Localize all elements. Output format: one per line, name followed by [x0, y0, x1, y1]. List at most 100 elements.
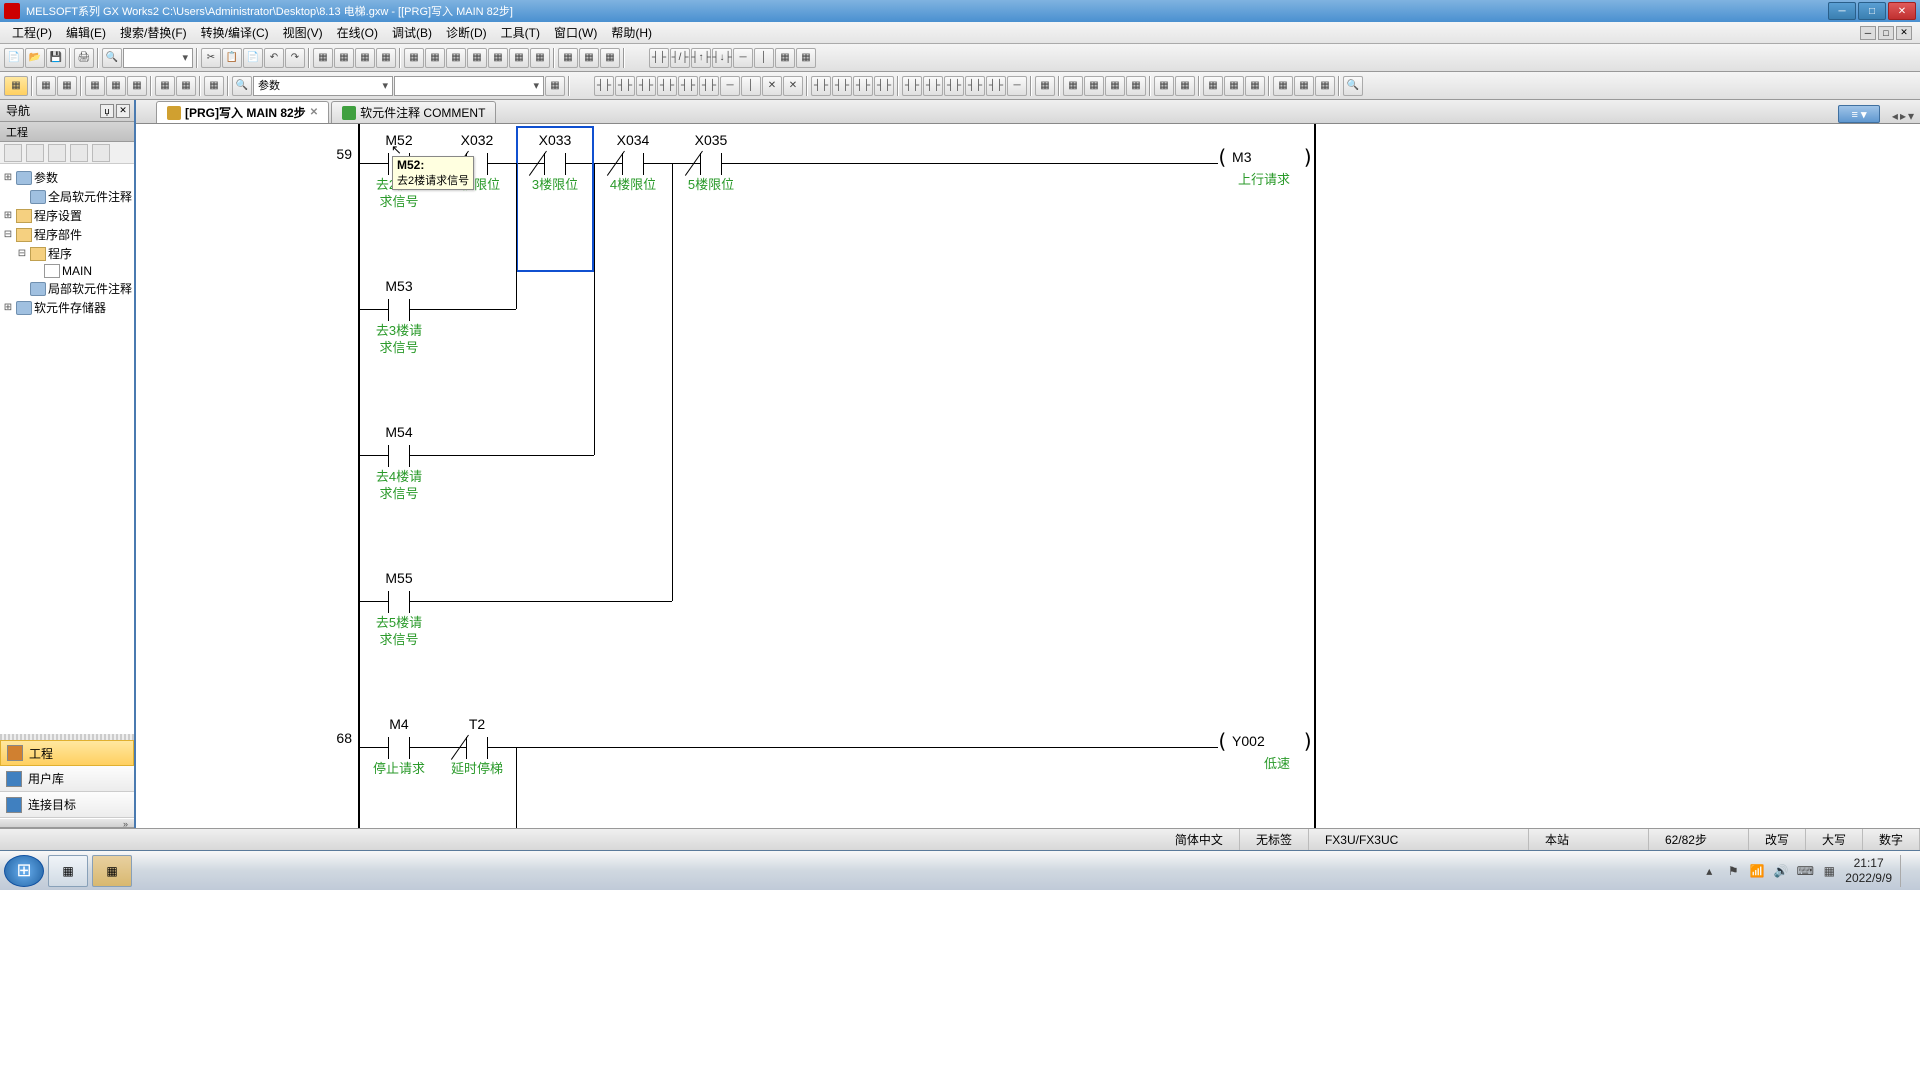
start-button[interactable]: ⊞ [4, 855, 44, 887]
tb2-ld-32[interactable]: ▦ [1294, 76, 1314, 96]
maximize-button[interactable]: □ [1858, 2, 1886, 20]
tab-nav-right[interactable]: ▸ [1900, 109, 1906, 123]
tb2-main[interactable]: ▦ [4, 76, 28, 96]
redo-button[interactable]: ↷ [285, 48, 305, 68]
minimize-button[interactable]: ─ [1828, 2, 1856, 20]
tb-btn-e[interactable]: ▦ [404, 48, 424, 68]
tree-item[interactable]: ⊟程序 [2, 244, 132, 263]
tb2-ld-4[interactable]: ┤├ [657, 76, 677, 96]
tree-item[interactable]: 全局软元件注释 [2, 187, 132, 206]
tb-btn-f[interactable]: ▦ [425, 48, 445, 68]
tab-comment[interactable]: 软元件注释 COMMENT [331, 101, 496, 123]
menu-online[interactable]: 在线(O) [333, 22, 382, 43]
tb2-ld-10[interactable]: ✕ [783, 76, 803, 96]
tb2-go[interactable]: ▦ [545, 76, 565, 96]
undo-button[interactable]: ↶ [264, 48, 284, 68]
menu-find[interactable]: 搜索/替换(F) [116, 22, 191, 43]
tb-ld-2[interactable]: ┤/├ [670, 48, 690, 68]
tb2-ld-21[interactable]: ▦ [1035, 76, 1055, 96]
menu-debug[interactable]: 调试(B) [388, 22, 436, 43]
tab-main-close[interactable]: ✕ [310, 107, 318, 118]
tb2-ld-17[interactable]: ┤├ [944, 76, 964, 96]
tb2-ld-34[interactable]: 🔍 [1343, 76, 1363, 96]
show-desktop-button[interactable] [1900, 855, 1908, 887]
tb-btn-i[interactable]: ▦ [488, 48, 508, 68]
tb-ld-4[interactable]: ┤↓├ [712, 48, 732, 68]
tree-item[interactable]: MAIN [2, 263, 132, 279]
tb-btn-c[interactable]: ▦ [355, 48, 375, 68]
tb2-b[interactable]: ▦ [57, 76, 77, 96]
menu-window[interactable]: 窗口(W) [550, 22, 601, 43]
tb-btn-d[interactable]: ▦ [376, 48, 396, 68]
ladder-coil[interactable]: (Y002)低速 [1216, 729, 1314, 772]
tb2-ld-9[interactable]: ✕ [762, 76, 782, 96]
new-button[interactable]: 📄 [4, 48, 24, 68]
nav-section-button[interactable]: 连接目标 [0, 792, 134, 818]
ladder-contact[interactable]: X0333楼限位 [516, 132, 594, 194]
zoom-combo[interactable] [123, 48, 193, 68]
ladder-editor[interactable]: 59M52去2楼请求信号X0322楼限位X0333楼限位X0344楼限位X035… [136, 124, 1920, 828]
tb2-ld-24[interactable]: ▦ [1105, 76, 1125, 96]
tb-ld-1[interactable]: ┤├ [649, 48, 669, 68]
tb2-ld-30[interactable]: ▦ [1245, 76, 1265, 96]
search-combo[interactable]: 参数 [253, 76, 393, 96]
tb-btn-n[interactable]: ▦ [600, 48, 620, 68]
tb2-ld-31[interactable]: ▦ [1273, 76, 1293, 96]
task-pinned-1[interactable]: ▦ [48, 855, 88, 887]
tb-btn-b[interactable]: ▦ [334, 48, 354, 68]
nav-icon-2[interactable] [26, 144, 44, 162]
tb2-ld-14[interactable]: ┤├ [874, 76, 894, 96]
tb2-a[interactable]: ▦ [36, 76, 56, 96]
tray-show-hidden-icon[interactable]: ▴ [1701, 863, 1717, 879]
tb2-ld-28[interactable]: ▦ [1203, 76, 1223, 96]
ladder-contact[interactable]: X0355楼限位 [672, 132, 750, 194]
tb2-ld-23[interactable]: ▦ [1084, 76, 1104, 96]
menu-edit[interactable]: 编辑(E) [62, 22, 110, 43]
menu-tools[interactable]: 工具(T) [497, 22, 544, 43]
ladder-contact[interactable]: M54去4楼请求信号 [360, 424, 438, 503]
nav-icon-3[interactable] [48, 144, 66, 162]
tb2-g[interactable]: ▦ [176, 76, 196, 96]
tray-volume-icon[interactable]: 🔊 [1773, 863, 1789, 879]
ladder-contact[interactable]: M55去5楼请求信号 [360, 570, 438, 649]
tb2-ld-2[interactable]: ┤├ [615, 76, 635, 96]
tb2-ld-27[interactable]: ▦ [1175, 76, 1195, 96]
tray-network-icon[interactable]: 📶 [1749, 863, 1765, 879]
cut-button[interactable]: ✂ [201, 48, 221, 68]
tb2-ld-22[interactable]: ▦ [1063, 76, 1083, 96]
tb2-h[interactable]: ▦ [204, 76, 224, 96]
nav-icon-5[interactable] [92, 144, 110, 162]
language-flag-button[interactable]: ≡ ▾ [1838, 105, 1880, 123]
paste-button[interactable]: 📄 [243, 48, 263, 68]
tree-item[interactable]: ⊟程序部件 [2, 225, 132, 244]
tree-item[interactable]: ⊞参数 [2, 168, 132, 187]
zoom-button[interactable]: 🔍 [102, 48, 122, 68]
tb-btn-j[interactable]: ▦ [509, 48, 529, 68]
tb-btn-k[interactable]: ▦ [530, 48, 550, 68]
tb2-ld-13[interactable]: ┤├ [853, 76, 873, 96]
mdi-restore-button[interactable]: □ [1878, 26, 1894, 40]
nav-icon-4[interactable] [70, 144, 88, 162]
tb2-ld-29[interactable]: ▦ [1224, 76, 1244, 96]
save-button[interactable]: 💾 [46, 48, 66, 68]
tb2-ld-3[interactable]: ┤├ [636, 76, 656, 96]
tb-ld-5[interactable]: ─ [733, 48, 753, 68]
tb2-ld-20[interactable]: ─ [1007, 76, 1027, 96]
tb-ld-3[interactable]: ┤↑├ [691, 48, 711, 68]
ladder-contact[interactable]: T2延时停梯 [438, 716, 516, 778]
mdi-minimize-button[interactable]: ─ [1860, 26, 1876, 40]
tb-ld-7[interactable]: ▦ [775, 48, 795, 68]
mdi-close-button[interactable]: ✕ [1896, 26, 1912, 40]
tb2-ld-11[interactable]: ┤├ [811, 76, 831, 96]
tree-item[interactable]: ⊞软元件存储器 [2, 298, 132, 317]
tb-btn-l[interactable]: ▦ [558, 48, 578, 68]
tb2-e[interactable]: ▦ [127, 76, 147, 96]
open-button[interactable]: 📂 [25, 48, 45, 68]
menu-diagnose[interactable]: 诊断(D) [442, 22, 491, 43]
tb-ld-6[interactable]: │ [754, 48, 774, 68]
menu-project[interactable]: 工程(P) [8, 22, 56, 43]
tb-btn-m[interactable]: ▦ [579, 48, 599, 68]
nav-more-button[interactable]: » [0, 818, 134, 828]
nav-close-button[interactable]: ✕ [116, 104, 130, 118]
tb2-ld-7[interactable]: ─ [720, 76, 740, 96]
